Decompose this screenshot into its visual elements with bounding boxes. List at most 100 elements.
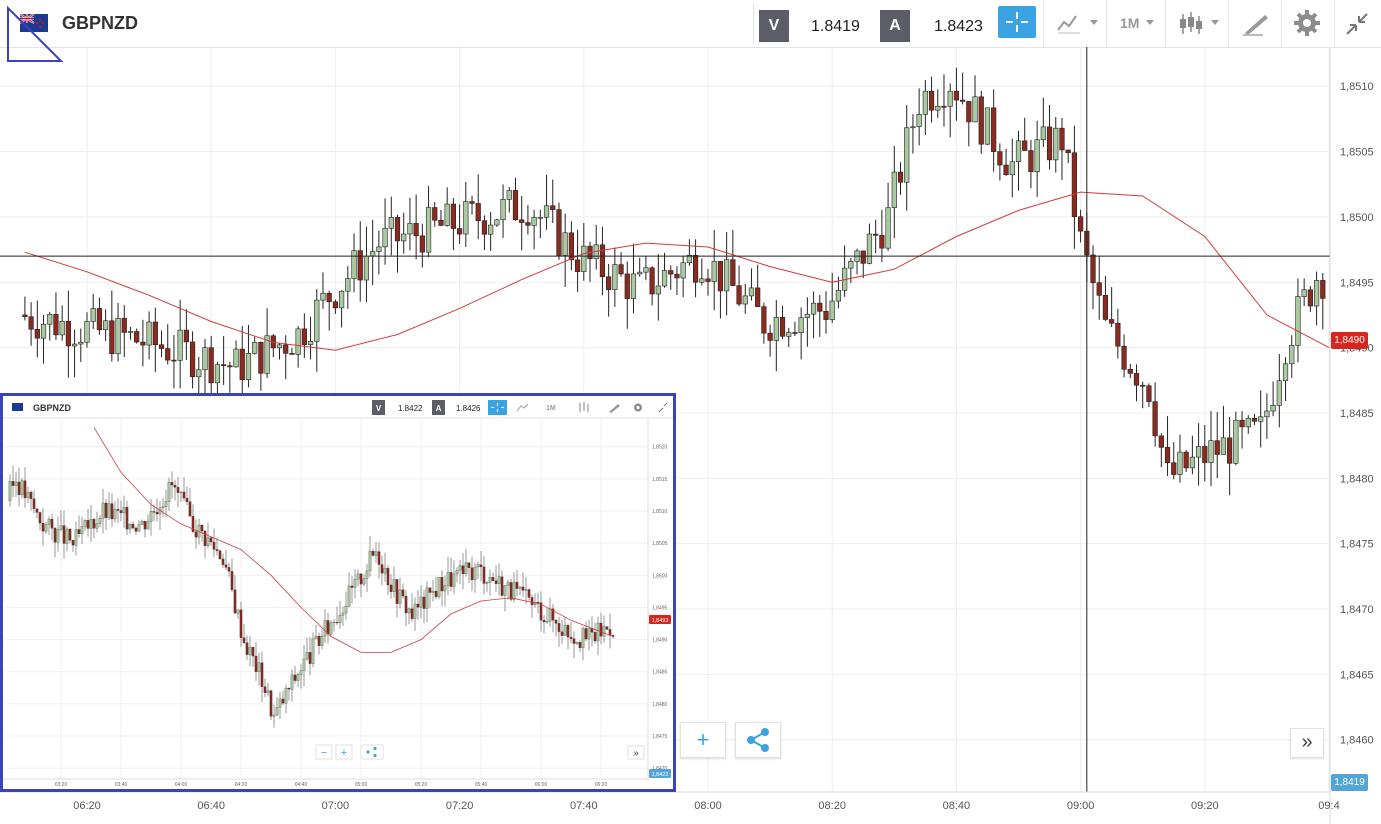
- inset-candle-body: [164, 501, 168, 507]
- candle-body: [252, 341, 258, 354]
- bid-badge[interactable]: V: [759, 10, 789, 42]
- inset-bottom-price-label: 1,8422: [652, 772, 669, 778]
- inset-candle-body: [461, 565, 465, 575]
- inset-candle-body: [371, 551, 375, 556]
- timeframe-button[interactable]: 1M: [1106, 0, 1165, 47]
- inset-candle-body: [518, 586, 522, 589]
- inset-candle-body: [131, 523, 135, 529]
- candle-body: [40, 323, 47, 339]
- candle-body: [692, 254, 699, 283]
- candle-body: [1065, 149, 1071, 154]
- inset-x-tick-label: 03:20: [55, 782, 68, 788]
- candle-body: [345, 278, 351, 292]
- inset-candle-body: [263, 686, 267, 693]
- inset-candle-body: [155, 511, 159, 515]
- inset-candle-body: [50, 518, 54, 529]
- candle-body: [637, 271, 643, 275]
- inset-candle-body: [182, 491, 186, 499]
- candle-body: [307, 341, 314, 345]
- candle-body: [730, 259, 736, 286]
- candle-body: [873, 233, 879, 236]
- inset-candle-body: [605, 626, 609, 630]
- inset-candle-body: [431, 590, 435, 593]
- inset-candle-body: [41, 522, 45, 532]
- x-tick-label: 08:20: [818, 800, 846, 812]
- inset-ask-price: 1.8426: [456, 404, 481, 413]
- inset-candle-body: [446, 572, 450, 586]
- inset-chart[interactable]: GBPNZD V 1.8422 A 1.8426 1M 1,8520 1,8515…: [3, 396, 673, 789]
- inset-candle-body: [413, 603, 417, 619]
- inset-candle-body: [515, 581, 519, 589]
- candle-body: [1270, 405, 1276, 412]
- candle-body: [1009, 161, 1015, 176]
- candle-body: [376, 246, 382, 252]
- candle-body: [556, 209, 562, 256]
- crosshair-button[interactable]: [998, 6, 1036, 38]
- inset-candle-body: [245, 642, 249, 655]
- inset-candle-body: [281, 698, 285, 704]
- share-button[interactable]: [735, 722, 781, 758]
- draw-button[interactable]: [1228, 0, 1281, 47]
- candle-body: [1264, 410, 1270, 418]
- inset-crosshair-button[interactable]: [488, 400, 507, 415]
- inset-candle-body: [251, 646, 255, 657]
- candle-body: [1028, 150, 1034, 173]
- inset-candle-body: [167, 482, 171, 502]
- candle-body: [59, 321, 65, 336]
- inset-candle-body: [137, 524, 141, 532]
- x-tick-label: 09:00: [1067, 800, 1095, 812]
- candle-body: [891, 171, 897, 209]
- inset-x-tick-label: 05:00: [355, 782, 368, 788]
- candlestick-button[interactable]: [1165, 0, 1228, 47]
- inset-candle-body: [365, 570, 369, 579]
- inset-chart-panel: GBPNZD V 1.8422 A 1.8426 1M 1,8520 1,8515…: [0, 393, 676, 792]
- inset-candle-body: [557, 623, 561, 632]
- candle-body: [1320, 280, 1326, 299]
- candle-body: [792, 332, 798, 334]
- settings-button[interactable]: [1281, 0, 1334, 47]
- candle-body: [674, 273, 680, 279]
- inset-candle-body: [566, 625, 570, 638]
- inset-candle-body: [230, 571, 234, 590]
- candle-body: [668, 270, 674, 275]
- zoom-in-button[interactable]: +: [680, 722, 726, 758]
- y-tick-label: 1,8475: [1340, 539, 1374, 551]
- candle-body: [1289, 345, 1295, 365]
- candle-body: [339, 290, 345, 309]
- inset-candle-body: [362, 578, 366, 585]
- inset-candle-body: [326, 620, 330, 635]
- inset-candle-body: [95, 523, 99, 529]
- candle-body: [314, 299, 320, 342]
- inset-timeframe[interactable]: 1M: [546, 405, 556, 412]
- draw-icon: [1243, 15, 1268, 36]
- inset-candle-body: [314, 635, 318, 640]
- candle-body: [1102, 295, 1109, 320]
- inset-candle-body: [77, 529, 81, 535]
- inset-share-button[interactable]: [360, 744, 384, 760]
- candle-body: [481, 220, 488, 235]
- inset-y-tick-label: 1,8505: [652, 541, 668, 547]
- candle-body: [425, 207, 432, 253]
- candle-body: [301, 328, 307, 345]
- inset-candle-body: [563, 625, 567, 636]
- ask-badge[interactable]: A: [880, 10, 910, 42]
- candle-body: [1214, 440, 1220, 455]
- expand-button[interactable]: »: [1290, 728, 1324, 758]
- line-chart-button[interactable]: [1043, 0, 1106, 47]
- candle-body: [661, 270, 668, 287]
- collapse-button[interactable]: [1334, 0, 1381, 47]
- inset-candle-body: [125, 507, 129, 530]
- inset-candle-body: [578, 642, 582, 648]
- candle-body: [500, 199, 506, 221]
- inset-candle-body: [587, 628, 591, 640]
- inset-candle-body: [485, 582, 489, 584]
- candle-body: [214, 364, 221, 384]
- inset-candle-body: [467, 562, 471, 568]
- inset-candle-body: [242, 637, 246, 643]
- inset-candle-body: [119, 510, 123, 514]
- candle-body: [1034, 139, 1040, 173]
- inset-candle-body: [293, 674, 297, 681]
- inset-candle-body: [44, 524, 48, 532]
- inset-candle-body: [179, 491, 183, 493]
- inset-candle-body: [140, 520, 144, 525]
